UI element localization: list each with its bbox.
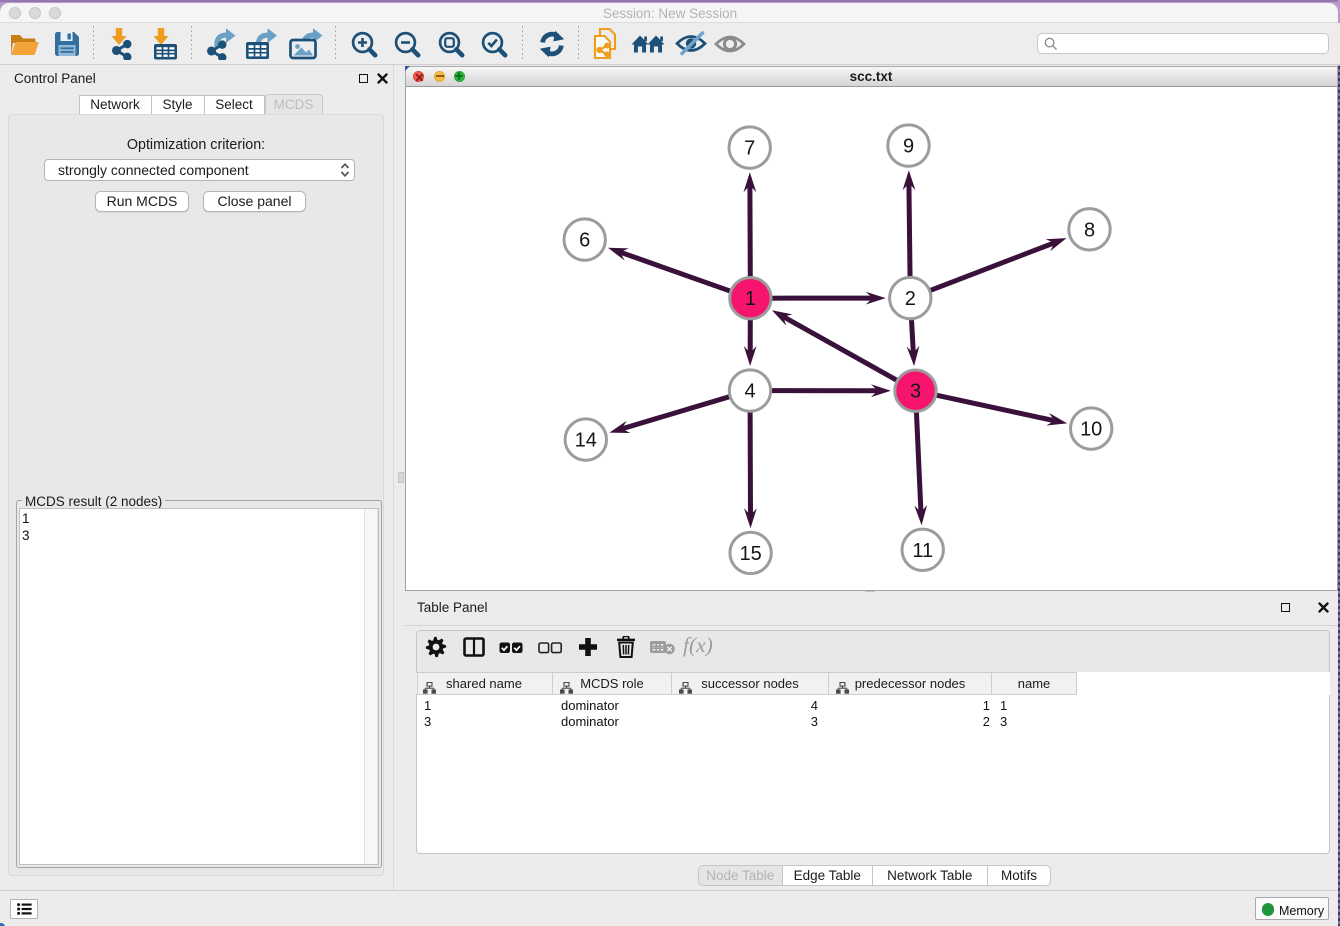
svg-text:3: 3 bbox=[910, 380, 921, 402]
svg-text:7: 7 bbox=[744, 137, 755, 159]
svg-text:10: 10 bbox=[1080, 418, 1102, 440]
svg-text:2: 2 bbox=[905, 288, 916, 310]
svg-text:11: 11 bbox=[912, 539, 933, 561]
svg-text:6: 6 bbox=[579, 229, 590, 251]
svg-text:14: 14 bbox=[575, 429, 597, 451]
svg-text:1: 1 bbox=[745, 288, 756, 310]
svg-text:9: 9 bbox=[903, 135, 914, 157]
svg-text:8: 8 bbox=[1084, 219, 1095, 241]
svg-text:4: 4 bbox=[744, 380, 755, 402]
svg-text:15: 15 bbox=[739, 542, 761, 564]
